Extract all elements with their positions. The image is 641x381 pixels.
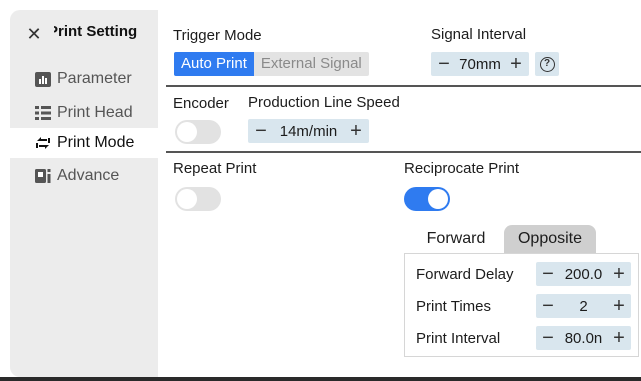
sidebar-item-print-head[interactable]: Print Head <box>10 98 158 128</box>
divider <box>166 85 641 87</box>
toggle-knob <box>428 189 448 209</box>
print-setting-window: ✕ Print Setting Parameter Print Head Pri… <box>10 10 641 377</box>
signal-interval-label: Signal Interval <box>431 26 527 43</box>
divider <box>166 151 641 153</box>
sidebar-item-parameter[interactable]: Parameter <box>10 64 158 94</box>
print-times-row: Print Times − 2 + <box>405 294 640 320</box>
trigger-mode-segmented: Auto Print External Signal <box>174 52 369 76</box>
auto-print-option[interactable]: Auto Print <box>174 52 254 76</box>
list-icon <box>34 105 52 121</box>
encoder-label: Encoder <box>173 95 229 112</box>
production-line-speed-label: Production Line Speed <box>248 94 400 111</box>
print-times-value[interactable]: 2 <box>557 298 610 315</box>
settings-panel-icon <box>34 168 52 184</box>
print-interval-value[interactable]: 80.0n <box>557 330 610 347</box>
print-interval-row: Print Interval − 80.0n + <box>405 326 640 352</box>
tab-forward[interactable]: Forward <box>414 225 498 253</box>
sidebar-item-print-mode[interactable]: Print Mode <box>10 128 158 158</box>
increment-button[interactable]: + <box>610 328 628 348</box>
repeat-print-toggle[interactable] <box>175 187 221 211</box>
help-button[interactable]: ? <box>535 52 559 76</box>
print-mode-panel: Trigger Mode Auto Print External Signal … <box>158 10 641 377</box>
sidebar-item-label: Print Head <box>57 104 133 121</box>
sidebar-item-label: Parameter <box>57 70 132 87</box>
toggle-knob <box>177 189 197 209</box>
increment-button[interactable]: + <box>610 264 628 284</box>
increment-button[interactable]: + <box>610 296 628 316</box>
trigger-mode-label: Trigger Mode <box>173 27 262 44</box>
encoder-toggle[interactable] <box>175 120 221 144</box>
signal-interval-stepper: − 70mm + <box>431 52 529 76</box>
decrement-button[interactable]: − <box>435 54 453 74</box>
sidebar-item-advance[interactable]: Advance <box>10 161 158 191</box>
sidebar-title: Print Setting <box>54 23 138 40</box>
close-icon[interactable]: ✕ <box>24 24 44 44</box>
decrement-button[interactable]: − <box>539 296 557 316</box>
decrement-button[interactable]: − <box>539 328 557 348</box>
forward-delay-row: Forward Delay − 200.0 + <box>405 262 640 288</box>
bar-chart-icon <box>34 71 52 87</box>
sidebar-item-label: Print Mode <box>57 134 135 151</box>
reciprocate-print-label: Reciprocate Print <box>404 160 520 177</box>
external-signal-option[interactable]: External Signal <box>254 52 369 76</box>
repeat-print-label: Repeat Print <box>173 160 257 177</box>
window-bottom-edge <box>0 377 641 381</box>
forward-delay-stepper: − 200.0 + <box>536 262 631 286</box>
print-times-stepper: − 2 + <box>536 294 631 318</box>
swap-icon <box>34 135 52 151</box>
print-interval-label: Print Interval <box>416 330 501 347</box>
decrement-button[interactable]: − <box>252 121 270 141</box>
decrement-button[interactable]: − <box>539 264 557 284</box>
signal-interval-value[interactable]: 70mm <box>453 56 507 73</box>
forward-settings-panel: Forward Delay − 200.0 + Print Times − 2 … <box>404 253 639 357</box>
sidebar: ✕ Print Setting Parameter Print Head Pri… <box>10 10 158 377</box>
forward-delay-value[interactable]: 200.0 <box>557 266 610 283</box>
reciprocate-print-toggle[interactable] <box>404 187 450 211</box>
forward-delay-label: Forward Delay <box>416 266 514 283</box>
print-times-label: Print Times <box>416 298 492 315</box>
increment-button[interactable]: + <box>507 54 525 74</box>
print-interval-stepper: − 80.0n + <box>536 326 631 350</box>
sidebar-item-label: Advance <box>57 167 120 184</box>
production-line-speed-stepper: − 14m/min + <box>248 119 369 143</box>
question-icon: ? <box>539 56 555 72</box>
production-line-speed-value[interactable]: 14m/min <box>270 123 347 140</box>
increment-button[interactable]: + <box>347 121 365 141</box>
tab-opposite[interactable]: Opposite <box>504 225 596 253</box>
toggle-knob <box>177 122 197 142</box>
